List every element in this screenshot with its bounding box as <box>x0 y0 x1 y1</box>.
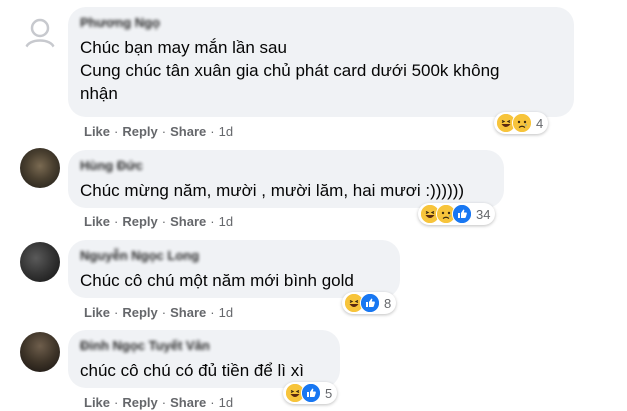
avatar[interactable] <box>20 148 60 188</box>
comment-bubble: Phương Ngọ Chúc bạn may mắn lần sau Cung… <box>68 7 574 117</box>
like-link[interactable]: Like <box>84 124 110 140</box>
share-link[interactable]: Share <box>170 305 206 321</box>
separator-dot: · <box>114 124 119 139</box>
comment-text-line: Chúc bạn may mắn lần sau <box>80 38 287 57</box>
comment-author[interactable]: Phương Ngọ <box>80 15 562 31</box>
like-link[interactable]: Like <box>84 395 110 411</box>
comment-bubble: Nguyễn Ngọc Long Chúc cô chú một năm mới… <box>68 240 400 298</box>
separator-dot: · <box>161 124 167 139</box>
reactions-summary[interactable]: 4 <box>494 112 549 134</box>
separator-dot: · <box>114 395 119 410</box>
comment-actions: Like · Reply · Share · 1d <box>84 395 233 411</box>
separator-dot: · <box>114 305 119 320</box>
avatar[interactable] <box>20 332 60 372</box>
timestamp[interactable]: 1d <box>219 305 233 321</box>
comment-actions: Like · Reply · Share · 1d <box>84 305 233 321</box>
timestamp[interactable]: 1d <box>219 395 233 411</box>
comment-text-line: Cung chúc tân xuân gia chủ phát card dướ… <box>80 61 500 80</box>
reaction-count: 34 <box>476 206 491 222</box>
comment-text-line: chúc cô chú có đủ tiền để lì xì <box>80 361 304 380</box>
comment-author[interactable]: Đinh Ngọc Tuyết Vân <box>80 338 328 354</box>
like-icon <box>360 293 380 313</box>
separator-dot: · <box>210 305 215 320</box>
separator-dot: · <box>210 124 215 139</box>
comment-author[interactable]: Hùng Đức <box>80 158 492 174</box>
reply-link[interactable]: Reply <box>122 395 157 411</box>
like-link[interactable]: Like <box>84 214 110 230</box>
reply-link[interactable]: Reply <box>122 124 157 140</box>
comment-text-line: Chúc mừng năm, mười , mười lăm, hai mươi… <box>80 181 465 200</box>
like-link[interactable]: Like <box>84 305 110 321</box>
separator-dot: · <box>161 305 167 320</box>
avatar[interactable] <box>20 242 60 282</box>
comment-text-line: nhận <box>80 84 118 103</box>
comment-bubble: Hùng Đức Chúc mừng năm, mười , mười lăm,… <box>68 150 504 208</box>
like-icon <box>301 383 321 403</box>
reactions-summary[interactable]: 5 <box>283 382 338 404</box>
reply-link[interactable]: Reply <box>122 214 157 230</box>
reactions-summary[interactable]: 8 <box>342 292 397 314</box>
reaction-count: 8 <box>384 295 392 311</box>
share-link[interactable]: Share <box>170 124 206 140</box>
reactions-summary[interactable]: 34 <box>418 203 496 225</box>
comment-bubble: Đinh Ngọc Tuyết Vân chúc cô chú có đủ ti… <box>68 330 340 388</box>
separator-dot: · <box>210 214 215 229</box>
separator-dot: · <box>161 395 167 410</box>
comment-actions: Like · Reply · Share · 1d <box>84 124 233 140</box>
reaction-count: 5 <box>325 385 333 401</box>
reaction-count: 4 <box>536 115 544 131</box>
comment-text-line: Chúc cô chú một năm mới bình gold <box>80 271 354 290</box>
comment-actions: Like · Reply · Share · 1d <box>84 214 233 230</box>
default-avatar-icon <box>21 13 59 51</box>
share-link[interactable]: Share <box>170 214 206 230</box>
reply-link[interactable]: Reply <box>122 305 157 321</box>
like-icon <box>452 204 472 224</box>
timestamp[interactable]: 1d <box>219 124 233 140</box>
separator-dot: · <box>114 214 119 229</box>
sad-icon <box>512 113 532 133</box>
separator-dot: · <box>210 395 215 410</box>
timestamp[interactable]: 1d <box>219 214 233 230</box>
comment-author[interactable]: Nguyễn Ngọc Long <box>80 248 388 264</box>
avatar[interactable] <box>20 12 60 52</box>
share-link[interactable]: Share <box>170 395 206 411</box>
separator-dot: · <box>161 214 167 229</box>
